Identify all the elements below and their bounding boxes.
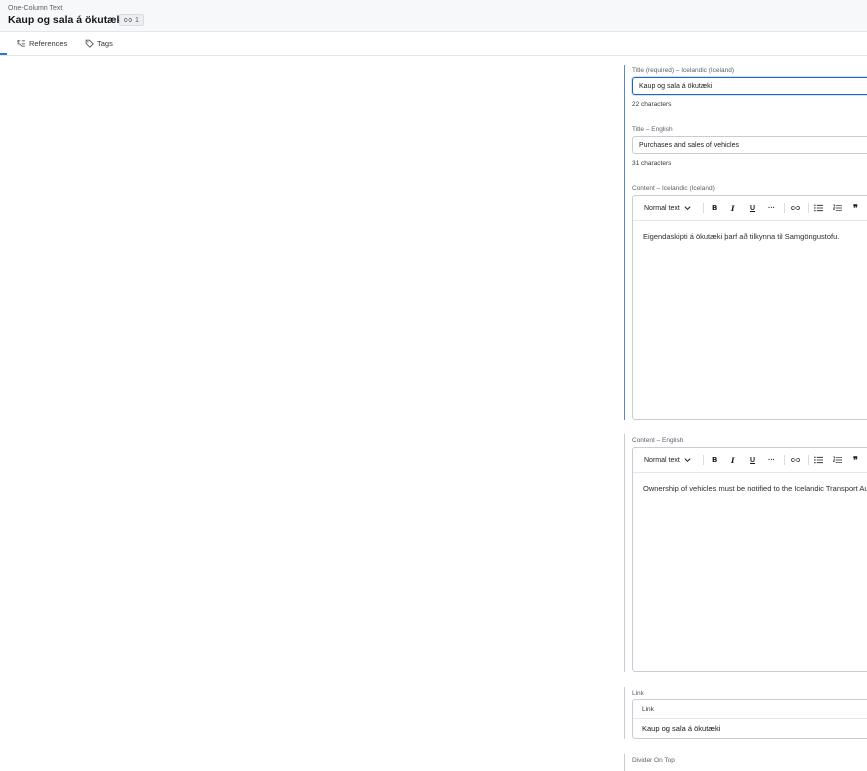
entry-tabs: References Tags [0,32,867,56]
tab-references[interactable]: References [17,39,67,48]
content-is-text: Eigendaskipti á ökutæki þarf að tilkynna… [643,232,840,241]
references-icon [17,40,25,47]
numbered-list-icon [833,456,842,464]
numbered-list-icon [833,204,842,212]
format-dropdown-label: Normal text [644,456,680,464]
editor-toolbar: Normal text B I U ··· ❞ [633,448,867,473]
chevron-down-icon [684,458,691,463]
title-is-label: Title (required) – Icelandic (Iceland) [632,67,734,74]
title-is-char-count: 22 characters [632,101,672,108]
link-label: Link [632,690,644,697]
field-indicator-link [624,687,625,739]
toolbar-divider [808,455,809,465]
quote-icon: ❞ [853,202,858,213]
field-indicator-content-en [624,434,625,672]
title-is-value: Kaup og sala á ökutæki [639,82,713,90]
toolbar-divider [703,455,704,465]
reference-count: 1 [135,16,139,24]
tab-tags-label: Tags [97,39,113,48]
link-icon [124,18,132,22]
toolbar-divider [703,203,704,213]
bulleted-list-button[interactable] [814,448,823,472]
bulleted-list-icon [814,204,823,212]
title-is-input[interactable]: Kaup og sala á ökutæki [632,77,867,95]
italic-button[interactable]: I [731,196,735,220]
field-indicator-divider [624,754,625,771]
bulleted-list-button[interactable] [814,196,823,220]
title-en-input[interactable]: Purchases and sales of vehicles [632,136,867,154]
quote-icon: ❞ [853,454,858,465]
content-en-text: Ownership of vehicles must be notified t… [643,484,867,493]
quote-button[interactable]: ❞ [853,196,858,220]
format-dropdown[interactable]: Normal text [644,448,692,472]
link-icon [791,205,800,211]
content-type-label: One-Column Text [8,5,63,12]
toolbar-divider [808,203,809,213]
reference-count-badge[interactable]: 1 [119,14,144,26]
numbered-list-button[interactable] [833,196,842,220]
editor-toolbar: Normal text B I U ··· ❞ [633,196,867,221]
entry-title: Kaup og sala á ökutæki [8,14,126,26]
entry-header: One-Column Text Kaup og sala á ökutæki 1 [0,0,867,32]
format-dropdown[interactable]: Normal text [644,196,692,220]
hyperlink-button[interactable] [791,448,800,472]
title-en-value: Purchases and sales of vehicles [639,141,739,149]
content-is-label: Content – Icelandic (Iceland) [632,185,715,192]
more-formatting-button[interactable]: ··· [768,196,775,220]
bulleted-list-icon [814,456,823,464]
tag-icon [85,39,94,48]
link-value[interactable]: Kaup og sala á ökutæki [642,724,720,733]
active-tab-indicator [0,53,7,55]
title-en-char-count: 31 characters [632,160,672,167]
chevron-down-icon [684,206,691,211]
toolbar-divider [784,455,785,465]
content-en-editor[interactable]: Normal text B I U ··· ❞ Ownership of veh… [632,447,867,672]
title-en-label: Title – English [632,126,673,133]
tab-references-label: References [29,39,68,48]
link-field[interactable]: Link Kaup og sala á ökutæki [632,699,867,739]
more-formatting-button[interactable]: ··· [768,448,775,472]
bold-button[interactable]: B [712,196,717,220]
link-icon [791,457,800,463]
content-is-editor[interactable]: Normal text B I U ··· ❞ Eigendaskipti á … [632,195,867,420]
toolbar-divider [784,203,785,213]
numbered-list-button[interactable] [833,448,842,472]
content-en-label: Content – English [632,437,684,444]
underline-button[interactable]: U [750,196,755,220]
bold-button[interactable]: B [712,448,717,472]
field-group-indicator [624,65,625,420]
divider-on-top-label: Divider On Top [632,757,675,764]
underline-button[interactable]: U [750,448,755,472]
italic-button[interactable]: I [731,448,735,472]
format-dropdown-label: Normal text [644,204,680,212]
quote-button[interactable]: ❞ [853,448,858,472]
link-sublabel: Link [633,700,867,719]
tab-tags[interactable]: Tags [85,39,113,48]
hyperlink-button[interactable] [791,196,800,220]
